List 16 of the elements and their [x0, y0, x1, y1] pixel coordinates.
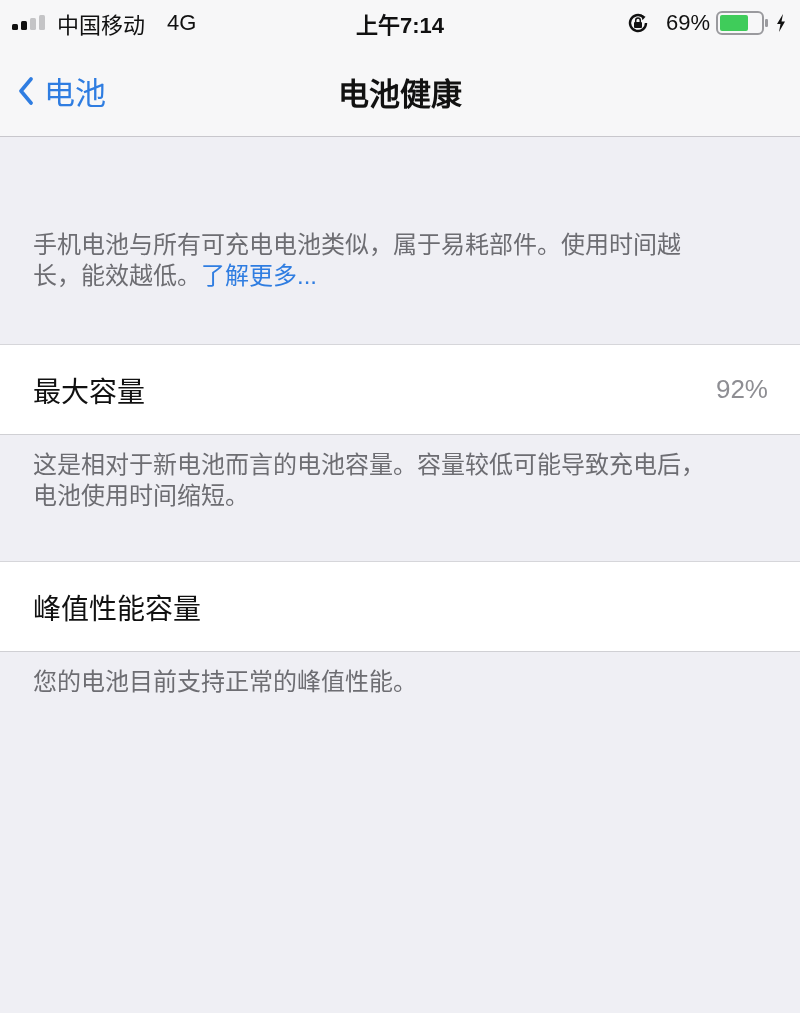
section-footer-text: 您的电池目前支持正常的峰值性能。 — [33, 667, 418, 697]
battery-percent: 69% — [665, 9, 710, 36]
row-label: 最大容量 — [33, 375, 145, 410]
section-footer-text: 这是相对于新电池而言的电池容量。容量较低可能导致充电后，电池使用时间缩短。 — [33, 450, 706, 511]
battery-icon — [716, 10, 768, 35]
clock-time: 上午7:14 — [356, 11, 444, 39]
learn-more-link[interactable]: 了解更多... — [201, 262, 317, 289]
intro-text: 手机电池与所有可充电电池类似，属于易耗部件。使用时间越长，能效越低。了解更多... — [33, 230, 682, 291]
row-value: 92% — [715, 374, 768, 405]
signal-icon — [12, 15, 46, 30]
chevron-left-icon — [18, 76, 34, 105]
carrier-label: 中国移动 — [57, 11, 145, 39]
page-title: 电池健康 — [338, 75, 462, 113]
back-button[interactable]: 电池 — [0, 62, 112, 119]
row-label: 峰值性能容量 — [33, 592, 201, 627]
network-type-label: 4G — [167, 9, 197, 36]
